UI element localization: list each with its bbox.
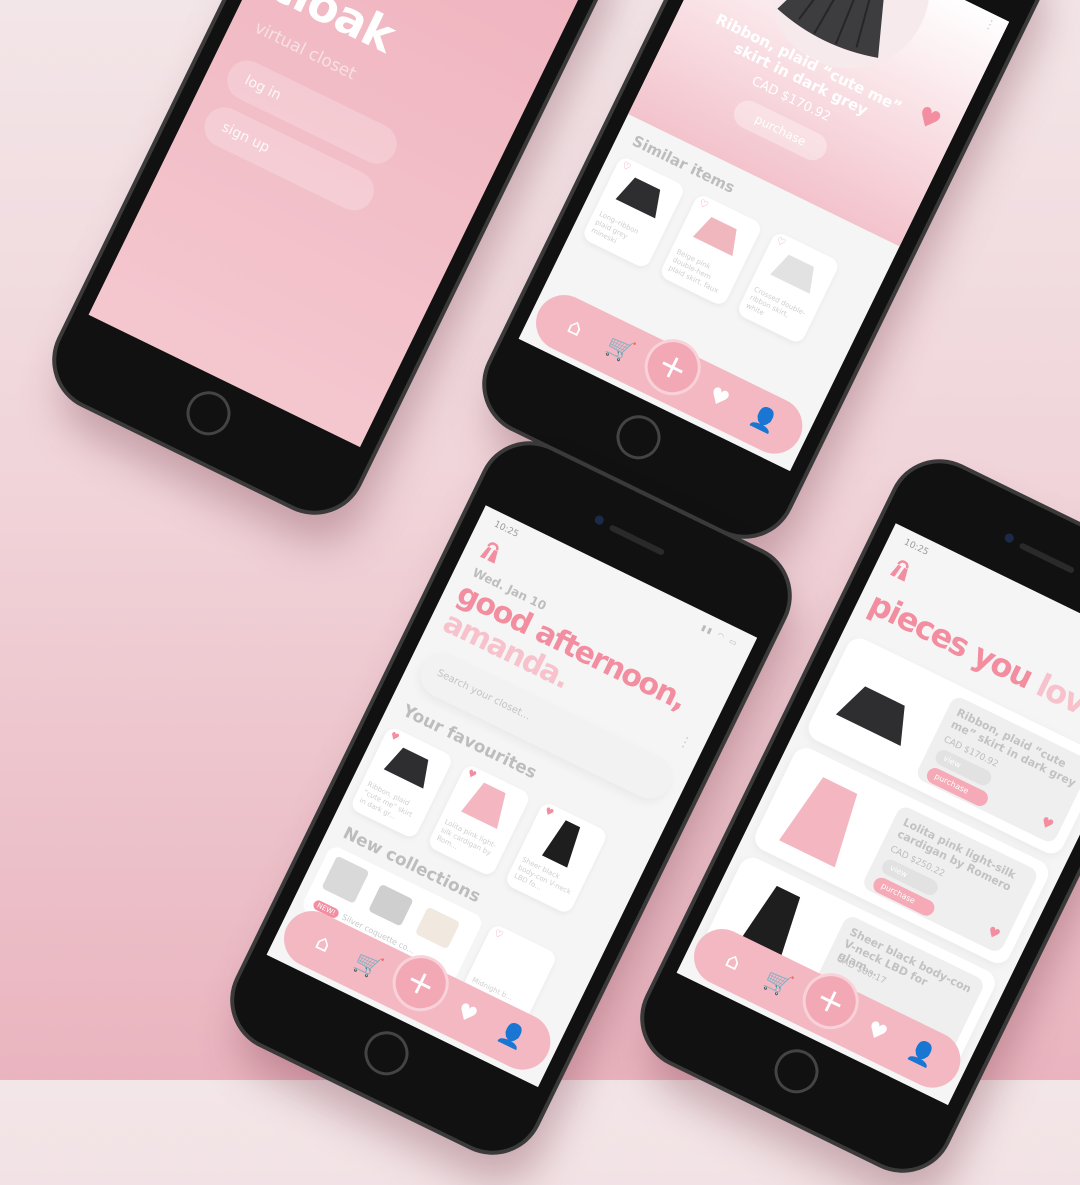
hardware-home-button: [357, 1023, 416, 1083]
product-screen: Ribbon, plaid “cute me” skirt in dark gr…: [518, 0, 1010, 472]
front-camera: [1003, 532, 1016, 545]
user-icon[interactable]: 👤: [903, 1036, 940, 1073]
hardware-home-button: [179, 383, 238, 443]
hardware-home-button: [767, 1041, 826, 1101]
plus-icon[interactable]: +: [635, 329, 711, 405]
bag-logo-icon: [889, 560, 909, 582]
heart-icon[interactable]: ♥: [858, 1014, 895, 1051]
title-soft: love: [1030, 666, 1080, 731]
heart-icon[interactable]: ♥: [1038, 814, 1056, 834]
status-time: 10:25: [902, 537, 930, 558]
product-hero: Ribbon, plaid “cute me” skirt in dark gr…: [628, 0, 1010, 247]
heart-icon[interactable]: ♥: [448, 996, 485, 1033]
cart-icon[interactable]: 🛒: [601, 332, 638, 369]
more-icon[interactable]: ⋮: [675, 732, 695, 753]
status-time: 10:25: [492, 519, 520, 540]
heart-icon[interactable]: ♥: [700, 380, 737, 417]
heart-icon[interactable]: ♥: [984, 924, 1002, 944]
user-icon[interactable]: 👤: [745, 402, 782, 439]
user-icon[interactable]: 👤: [493, 1018, 530, 1055]
front-camera: [593, 514, 606, 527]
speaker: [608, 524, 666, 556]
cart-icon[interactable]: 🛒: [759, 966, 796, 1003]
home-icon[interactable]: ⌂: [304, 926, 341, 963]
bag-logo-icon: [479, 542, 499, 564]
speaker: [1018, 542, 1076, 574]
hardware-home-button: [609, 407, 668, 467]
status-icons: ▮▮ ◠ ▭: [699, 622, 741, 649]
heart-icon[interactable]: ♡: [492, 928, 505, 942]
more-icon[interactable]: ⋮: [982, 16, 999, 34]
home-icon[interactable]: ⌂: [714, 944, 751, 981]
mockup-canvas: { "login": { "brand": "cloak", "tagline"…: [0, 0, 1080, 1185]
cart-icon[interactable]: 🛒: [349, 948, 386, 985]
home-icon[interactable]: ⌂: [556, 310, 593, 347]
